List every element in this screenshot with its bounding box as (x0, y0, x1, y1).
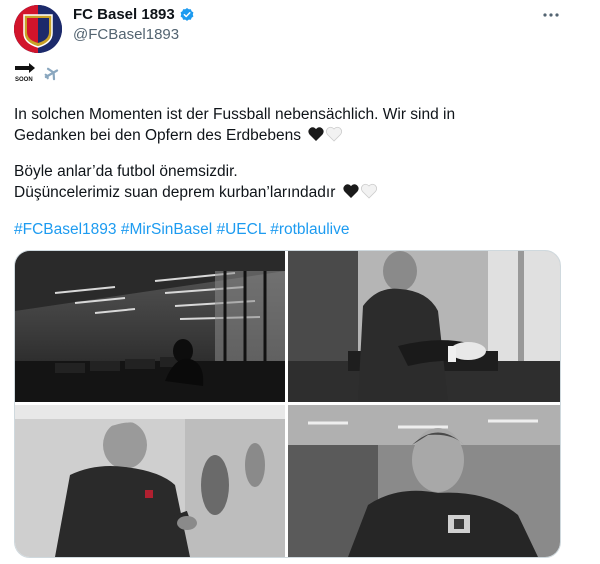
soon-emoji: SOON (14, 62, 62, 86)
tweet-text-turkish: Böyle anlar’da futbol önemsizdir. Düşünc… (14, 161, 584, 203)
media-grid (14, 250, 561, 558)
tweet-text-line: Düşüncelerimiz suan deprem kurban’larınd… (14, 184, 336, 201)
verified-badge-icon (179, 7, 195, 23)
hashtag-link[interactable]: #UECL (216, 221, 265, 238)
photo-player-portrait[interactable] (288, 405, 560, 557)
white-heart-icon (360, 183, 377, 199)
tweet-text-line: Böyle anlar’da futbol önemsizdir. (14, 163, 238, 180)
author-handle[interactable]: @FCBasel1893 (73, 26, 179, 43)
author-display-name[interactable]: FC Basel 1893 (73, 6, 175, 23)
black-heart-icon (308, 126, 343, 142)
tweet: FC Basel 1893 @FCBasel1893 SOON In solch… (0, 0, 600, 564)
black-heart-icon (343, 183, 377, 199)
hashtag-link[interactable]: #MirSinBasel (121, 221, 212, 238)
fc-basel-crest-icon[interactable] (14, 5, 62, 53)
hashtag-link[interactable]: #rotblaulive (270, 221, 349, 238)
hashtag-link[interactable]: #FCBasel1893 (14, 221, 117, 238)
photo-player-seated[interactable] (288, 251, 560, 402)
tweet-text-line-with-hearts: Düşüncelerimiz suan deprem kurban’larınd… (14, 182, 584, 203)
hashtag-list: #FCBasel1893 #MirSinBasel #UECL #rotblau… (14, 219, 584, 240)
tweet-text-german: In solchen Momenten ist der Fussball neb… (14, 104, 584, 146)
photo-player-phone[interactable] (15, 405, 285, 557)
more-options-icon[interactable] (540, 4, 562, 26)
tweet-text-line: In solchen Momenten ist der Fussball neb… (14, 106, 456, 123)
author-name-row: FC Basel 1893 (73, 6, 195, 23)
photo-terminal[interactable] (15, 251, 285, 402)
airplane-icon (44, 67, 59, 81)
white-heart-icon (326, 126, 343, 142)
tweet-text-line-with-hearts: Gedanken bei den Opfern des Erdbebens (14, 125, 584, 146)
soon-label: SOON (15, 77, 33, 83)
arrow-right-icon: SOON (15, 63, 59, 83)
tweet-text-line: Gedanken bei den Opfern des Erdbebens (14, 127, 301, 144)
